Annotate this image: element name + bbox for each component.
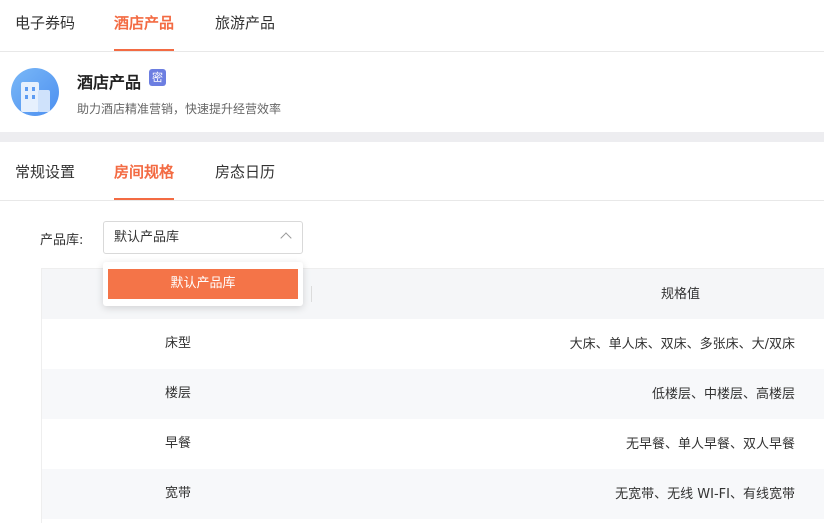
tab-hotel-product[interactable]: 酒店产品	[114, 0, 175, 51]
spec-value: 低楼层、中楼层、高楼层	[651, 387, 795, 402]
spec-value: 无宽带、无线 WI-FI、有线宽带	[615, 487, 795, 502]
product-library-label: 产品库:	[40, 233, 84, 248]
spec-name: 床型	[165, 336, 192, 351]
hotel-building-icon	[11, 68, 59, 116]
tab-room-calendar[interactable]: 房态日历	[215, 142, 275, 200]
section-divider	[0, 132, 824, 142]
product-badge: 密	[149, 69, 166, 86]
header-separator	[311, 286, 312, 302]
spec-value: 大床、单人床、双床、多张床、大/双床	[569, 337, 795, 352]
table-row: 床型 大床、单人床、双床、多张床、大/双床	[42, 319, 824, 369]
spec-name: 楼层	[165, 386, 192, 401]
product-title: 酒店产品	[77, 73, 142, 92]
table-row: 早餐 无早餐、单人早餐、双人早餐	[42, 419, 824, 469]
tab-travel-product[interactable]: 旅游产品	[215, 0, 275, 51]
dropdown-option-default-library[interactable]: 默认产品库	[108, 269, 298, 299]
table-row: 宽带 无宽带、无线 WI-FI、有线宽带	[42, 469, 824, 519]
top-tabs: 电子券码 酒店产品 旅游产品	[0, 0, 824, 52]
sub-tabs: 常规设置 房间规格 房态日历	[0, 142, 824, 201]
product-header: 酒店产品 密 助力酒店精准营销，快速提升经营效率	[0, 52, 824, 132]
product-library-select[interactable]: 默认产品库	[103, 221, 303, 254]
product-library-value: 默认产品库	[114, 230, 180, 245]
tab-electronic-coupon[interactable]: 电子券码	[15, 0, 75, 51]
spec-name: 早餐	[165, 436, 192, 451]
tab-room-specs[interactable]: 房间规格	[114, 142, 175, 200]
product-description: 助力酒店精准营销，快速提升经营效率	[77, 102, 282, 116]
product-library-dropdown: 默认产品库	[103, 262, 303, 306]
spec-table: 规格值 床型 大床、单人床、双床、多张床、大/双床 楼层 低楼层、中楼层、高楼层…	[41, 268, 824, 523]
table-row: 楼层 低楼层、中楼层、高楼层	[42, 369, 824, 419]
spec-value: 无早餐、单人早餐、双人早餐	[625, 437, 795, 452]
tab-general-settings[interactable]: 常规设置	[15, 142, 75, 200]
chevron-up-icon	[280, 232, 292, 244]
column-header-value: 规格值	[661, 287, 701, 302]
spec-name: 宽带	[165, 486, 192, 501]
